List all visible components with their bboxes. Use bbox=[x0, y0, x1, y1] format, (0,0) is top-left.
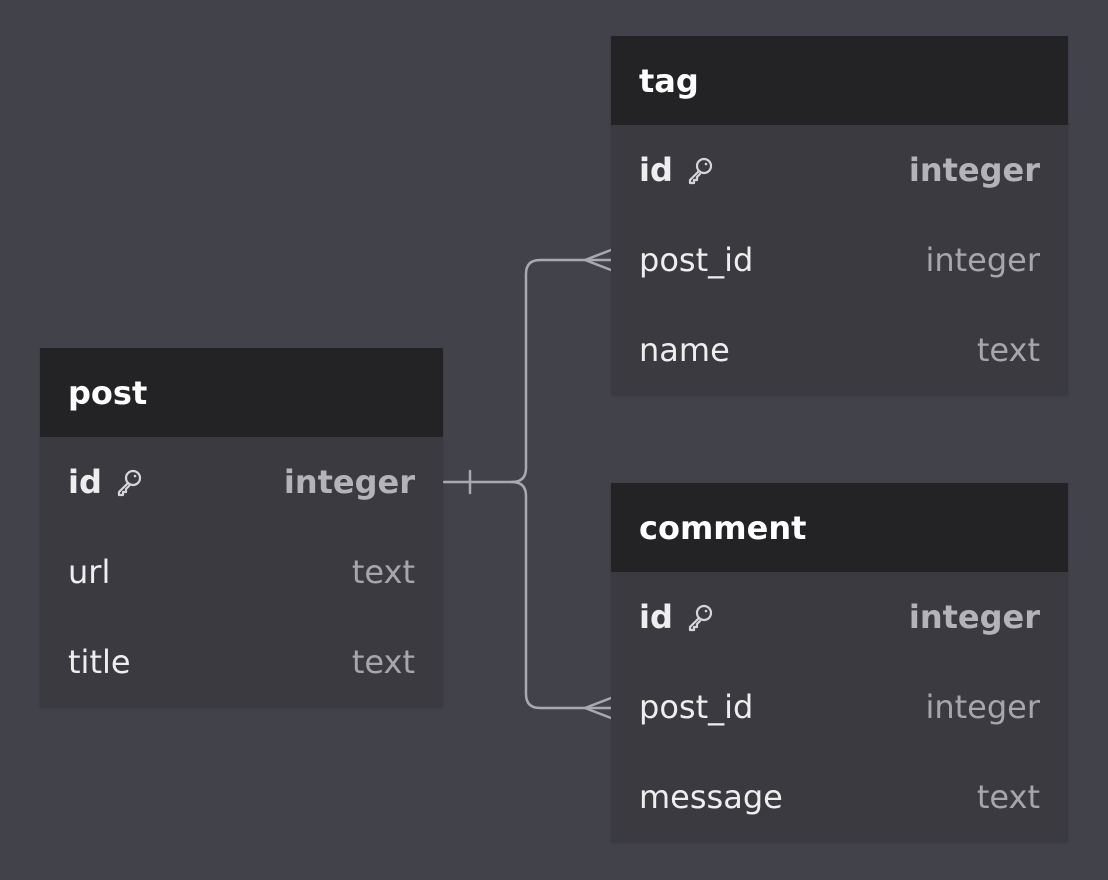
column-row-post-id[interactable]: post_id integer bbox=[611, 662, 1068, 752]
column-name: id bbox=[639, 151, 673, 189]
many-cardinality-marker-comment bbox=[583, 696, 613, 720]
column-type: text bbox=[976, 778, 1040, 816]
column-name: url bbox=[68, 553, 111, 591]
entity-post[interactable]: post id integer url text title text bbox=[40, 348, 443, 707]
column-row-name[interactable]: name text bbox=[611, 305, 1068, 395]
column-name: post_id bbox=[639, 688, 754, 726]
column-name-container: id bbox=[639, 151, 715, 189]
column-name: id bbox=[639, 598, 673, 636]
many-cardinality-marker-tag bbox=[583, 248, 613, 272]
column-row-id[interactable]: id integer bbox=[611, 125, 1068, 215]
column-row-id[interactable]: id integer bbox=[40, 437, 443, 527]
column-name: id bbox=[68, 463, 102, 501]
column-type: integer bbox=[908, 598, 1040, 636]
column-name: message bbox=[639, 778, 783, 816]
column-type: text bbox=[976, 331, 1040, 369]
entity-comment[interactable]: comment id integer post_id integer messa… bbox=[611, 483, 1068, 842]
column-name: name bbox=[639, 331, 730, 369]
column-row-id[interactable]: id integer bbox=[611, 572, 1068, 662]
column-type: text bbox=[351, 553, 415, 591]
column-row-message[interactable]: message text bbox=[611, 752, 1068, 842]
column-type: text bbox=[351, 643, 415, 681]
key-icon bbox=[685, 155, 715, 185]
column-name: post_id bbox=[639, 241, 754, 279]
key-icon bbox=[685, 602, 715, 632]
column-type: integer bbox=[283, 463, 415, 501]
key-icon bbox=[114, 467, 144, 497]
column-row-title[interactable]: title text bbox=[40, 617, 443, 707]
column-name: title bbox=[68, 643, 131, 681]
entity-header-comment[interactable]: comment bbox=[611, 483, 1068, 572]
relationship-line-post-comment[interactable] bbox=[510, 480, 613, 710]
entity-header-tag[interactable]: tag bbox=[611, 36, 1068, 125]
column-row-post-id[interactable]: post_id integer bbox=[611, 215, 1068, 305]
column-row-url[interactable]: url text bbox=[40, 527, 443, 617]
column-name-container: id bbox=[639, 598, 715, 636]
column-type: integer bbox=[908, 151, 1040, 189]
entity-tag[interactable]: tag id integer post_id integer name text bbox=[611, 36, 1068, 395]
column-name-container: id bbox=[68, 463, 144, 501]
column-type: integer bbox=[925, 241, 1040, 279]
relationship-line-post-tag[interactable] bbox=[510, 258, 613, 484]
entity-header-post[interactable]: post bbox=[40, 348, 443, 437]
column-type: integer bbox=[925, 688, 1040, 726]
